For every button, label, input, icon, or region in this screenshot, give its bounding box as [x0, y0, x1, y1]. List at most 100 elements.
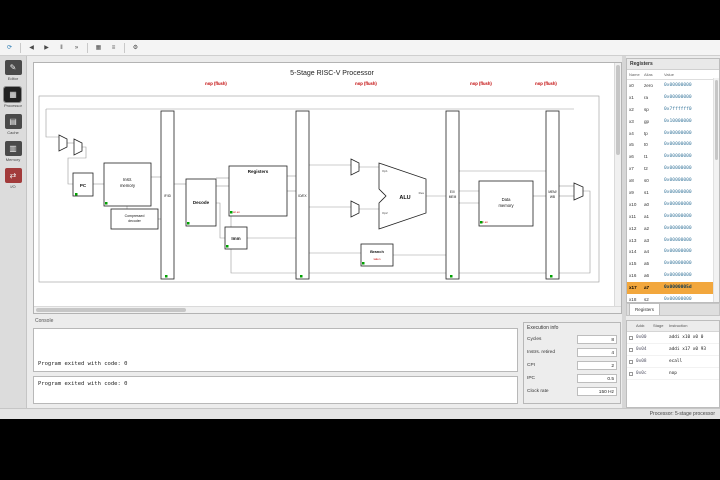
status-processor-text: Processor: 5-stage processor: [649, 411, 715, 417]
data-memory-label: memory: [498, 203, 514, 208]
register-value: 0x10000000: [664, 118, 692, 124]
register-value: 0x00000000: [664, 297, 692, 303]
decode-label: Decode: [193, 200, 210, 205]
scrollbar-thumb[interactable]: [616, 65, 620, 155]
instruction-row[interactable]: 0x0c nop: [627, 368, 719, 380]
register-row[interactable]: x13 a3 0x00000000: [627, 235, 719, 247]
register-row[interactable]: x7 t2 0x00000000: [627, 163, 719, 175]
register-row[interactable]: x15 a5 0x00000000: [627, 258, 719, 270]
reverse-button[interactable]: ◀: [25, 41, 38, 54]
alu-op1-mux[interactable]: [350, 158, 360, 176]
branch-component[interactable]: Branch taken: [360, 243, 394, 267]
pc-source-mux[interactable]: [58, 134, 68, 152]
register-value: 0x00000000: [664, 249, 692, 255]
compressed-decoder-component[interactable]: Compressed decoder: [110, 208, 159, 230]
scrollbar-thumb[interactable]: [36, 308, 186, 312]
flush-label: nop (flush): [205, 81, 227, 86]
sidebar-item-cache[interactable]: ▤ Cache: [4, 114, 22, 135]
pc-component[interactable]: PC: [72, 172, 94, 197]
pipeline-register-idex[interactable]: ID/EX: [295, 110, 310, 280]
register-row-highlighted[interactable]: x17 a7 0x0000005d: [627, 282, 719, 295]
tab-registers[interactable]: Registers: [629, 303, 661, 315]
register-row[interactable]: x14 a4 0x00000000: [627, 246, 719, 258]
register-row[interactable]: x5 t0 0x00000000: [627, 139, 719, 151]
instruction-row[interactable]: 0x08 ecall: [627, 356, 719, 368]
register-value: 0x00000000: [664, 225, 692, 231]
instruction-row[interactable]: 0x00 addi x10 x0 0: [627, 332, 719, 344]
register-row[interactable]: x4 tp 0x00000000: [627, 128, 719, 140]
breakpoint-checkbox[interactable]: [629, 371, 633, 376]
register-row[interactable]: x8 s0 0x00000000: [627, 175, 719, 187]
run-button[interactable]: »: [70, 41, 83, 54]
pipeline-table-button[interactable]: ▦: [92, 41, 105, 54]
register-alias: t1: [644, 154, 648, 160]
register-name: x15: [629, 261, 637, 267]
register-row[interactable]: x1 ra 0x00000000: [627, 92, 719, 104]
pipeline-register-memwb[interactable]: MEM/ WB: [545, 110, 560, 280]
register-alias: zero: [644, 83, 653, 88]
scrollbar-thumb[interactable]: [715, 80, 718, 160]
cache-icon: ▤: [4, 114, 22, 129]
register-row[interactable]: x18 s2 0x00000000: [627, 294, 719, 303]
instruction-row[interactable]: 0x04 addi x17 x0 93: [627, 344, 719, 356]
register-value: 0x00000000: [664, 142, 692, 148]
register-alias: a6: [644, 273, 650, 279]
register-value: 0x00000000: [664, 130, 692, 136]
console-label: Console: [35, 318, 54, 324]
pipeline-register-exmem[interactable]: EX/ MEM: [445, 110, 460, 280]
breakpoint-checkbox[interactable]: [629, 335, 633, 340]
sidebar-item-processor[interactable]: ▦ Processor: [3, 86, 23, 108]
register-name: x2: [629, 106, 634, 112]
pause-button[interactable]: ‖: [55, 41, 68, 54]
reset-button[interactable]: ⟳: [3, 41, 16, 54]
pipeline-register-ifid[interactable]: IF/ID: [160, 110, 175, 280]
instr-memory-component[interactable]: Instr. memory: [103, 162, 152, 207]
sidebar-item-memory[interactable]: ▥ Memory: [4, 141, 22, 162]
exec-value: 0.5: [577, 374, 617, 383]
register-name: x5: [629, 142, 634, 148]
decode-component[interactable]: Decode: [185, 178, 217, 227]
diagram-horizontal-scrollbar[interactable]: [34, 306, 621, 313]
data-memory-component[interactable]: Data memory wr en: [478, 180, 534, 227]
register-row[interactable]: x9 s1 0x00000000: [627, 187, 719, 199]
sidebar-item-label: Cache: [7, 130, 19, 135]
exec-label: Cycles: [527, 337, 542, 342]
registers-scrollbar[interactable]: [713, 78, 719, 302]
column-breakpoint: [627, 321, 636, 331]
writeback-mux[interactable]: [573, 182, 584, 201]
sidebar-item-label: Editor: [7, 76, 19, 81]
memwb-label: WB: [550, 195, 555, 199]
registers-label: Registers: [248, 169, 269, 174]
register-row[interactable]: x16 a6 0x00000000: [627, 270, 719, 282]
register-alias: sp: [644, 106, 649, 112]
register-row[interactable]: x0 zero 0x00000000: [627, 80, 719, 92]
register-row[interactable]: x11 a1 0x00000000: [627, 211, 719, 223]
registers-component[interactable]: Registers wr en: [228, 165, 288, 217]
register-value: 0x00000000: [664, 201, 692, 207]
settings-button[interactable]: ⚙: [129, 41, 142, 54]
register-row[interactable]: x10 a0 0x00000000: [627, 199, 719, 211]
register-row[interactable]: x6 t1 0x00000000: [627, 151, 719, 163]
sidebar-item-label: I/O: [10, 184, 16, 189]
register-name: x11: [629, 213, 637, 219]
diagram-vertical-scrollbar[interactable]: [614, 63, 621, 307]
register-row[interactable]: x12 a2 0x00000000: [627, 223, 719, 235]
column-value: Value: [664, 72, 674, 77]
step-button[interactable]: ▶: [40, 41, 53, 54]
registers-panel: Registers Name Alias Value x0 zero 0x00000…: [626, 58, 720, 303]
console-output[interactable]: Program exited with code: 0: [33, 328, 518, 372]
register-row[interactable]: x3 gp 0x10000000: [627, 116, 719, 128]
register-alias: ra: [644, 94, 649, 100]
console-output-secondary[interactable]: Program exited with code: 0: [33, 376, 518, 404]
pc-mux[interactable]: [73, 138, 83, 156]
breakpoint-checkbox[interactable]: [629, 359, 633, 364]
register-row[interactable]: x2 sp 0x7ffffff0: [627, 104, 719, 116]
alu-op2-mux[interactable]: [350, 200, 360, 218]
sidebar-item-io[interactable]: ⇄ I/O: [4, 168, 22, 189]
exec-row-clock-rate: Clock rate 150 Hz: [527, 385, 617, 398]
sidebar-item-editor[interactable]: ✎ Editor: [4, 60, 22, 81]
display-values-button[interactable]: ≡: [107, 41, 120, 54]
diagram-title: 5-Stage RISC-V Processor: [290, 70, 374, 77]
alu-component[interactable]: ALU Op1 Op2 Res: [378, 162, 427, 230]
breakpoint-checkbox[interactable]: [629, 347, 633, 352]
